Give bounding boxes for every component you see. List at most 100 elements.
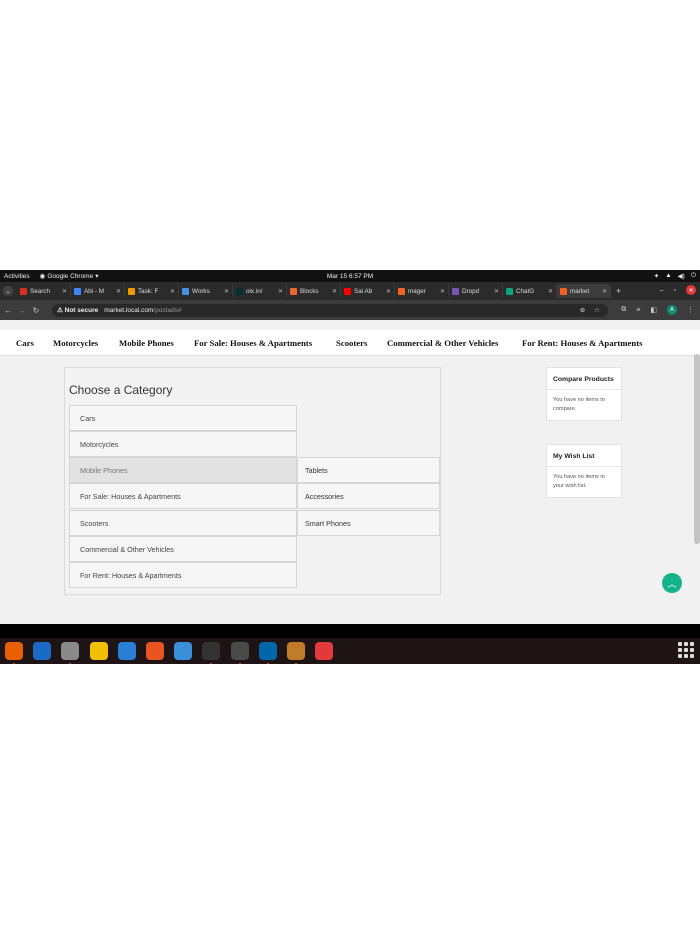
- tab-title: olx.in/: [246, 287, 263, 295]
- browser-tab[interactable]: Abi - M ✕: [71, 284, 125, 298]
- wish-list-empty: You have no items in your wish list.: [553, 474, 605, 489]
- chatgpt-icon: [506, 287, 513, 295]
- subcategory-accessories[interactable]: Accessories: [297, 483, 440, 509]
- tab-close-icon[interactable]: ✕: [62, 288, 67, 295]
- tab-close-icon[interactable]: ✕: [170, 288, 175, 295]
- browser-tab[interactable]: Blocks ✕: [287, 284, 341, 298]
- tab-search-button[interactable]: ⌄: [3, 286, 13, 296]
- page-scrollbar[interactable]: [694, 354, 700, 544]
- browser-tab[interactable]: olx.in/ ✕: [233, 284, 287, 298]
- maximize-icon[interactable]: ▫: [674, 287, 676, 294]
- browser-tab[interactable]: Dropd ✕: [449, 284, 503, 298]
- tab-close-icon[interactable]: ✕: [548, 288, 553, 295]
- forward-icon[interactable]: →: [16, 306, 28, 315]
- tab-close-icon[interactable]: ✕: [440, 288, 445, 295]
- browser-tab[interactable]: Sai Ab ✕: [341, 284, 395, 298]
- chevron-down-icon: ▾: [95, 273, 99, 280]
- category-for-rent-houses[interactable]: For Rent: Houses & Apartments: [69, 562, 297, 588]
- compare-products-empty: You have no items to compare.: [553, 397, 606, 412]
- bookmark-star-icon[interactable]: ☆: [594, 306, 600, 314]
- activities-button[interactable]: Activities: [4, 273, 30, 280]
- translate-icon[interactable]: ⊕: [580, 306, 585, 314]
- category-motorcycles[interactable]: Motorcycles: [69, 431, 297, 457]
- close-icon[interactable]: ✕: [686, 285, 696, 295]
- files-icon[interactable]: [61, 642, 80, 660]
- tab-close-icon[interactable]: ✕: [116, 288, 121, 295]
- nav-commercial-vehicles[interactable]: Commercial & Other Vehicles: [387, 338, 498, 348]
- category-scooters[interactable]: Scooters: [69, 510, 297, 536]
- browser-tab[interactable]: mager ✕: [395, 284, 449, 298]
- writer-icon[interactable]: [117, 642, 136, 660]
- chrome-small-icon: ◉: [39, 273, 46, 280]
- tab-close-icon[interactable]: ✕: [494, 288, 499, 295]
- nav-mobile-phones[interactable]: Mobile Phones: [119, 338, 174, 348]
- subcategory-tablets[interactable]: Tablets: [297, 457, 440, 483]
- tab-close-icon[interactable]: ✕: [602, 288, 607, 295]
- tab-title: Works: [192, 287, 210, 295]
- browser-tab[interactable]: ChatG ✕: [503, 284, 557, 298]
- show-applications-icon[interactable]: [678, 642, 694, 658]
- nav-for-rent-houses[interactable]: For Rent: Houses & Apartments: [522, 338, 643, 348]
- sublime-icon[interactable]: [287, 642, 305, 660]
- tab-title: Blocks: [300, 287, 319, 295]
- media-icon[interactable]: ≡: [636, 307, 640, 314]
- help-icon[interactable]: [174, 642, 193, 660]
- wish-list-block: My Wish List You have no items in your w…: [546, 444, 622, 498]
- running-indicator: [238, 663, 241, 664]
- toolbar-actions: ⧉ ≡ ◧ A ⋮: [621, 305, 694, 315]
- subcategory-smart-phones[interactable]: Smart Phones: [297, 510, 440, 536]
- anydesk-icon[interactable]: [315, 642, 334, 660]
- vscode-icon[interactable]: [258, 642, 277, 660]
- rhythmbox-icon[interactable]: [89, 642, 108, 660]
- tab-close-icon[interactable]: ✕: [278, 288, 283, 295]
- task-icon: [128, 287, 135, 295]
- nav-motorcycles[interactable]: Motorcycles: [53, 338, 98, 348]
- gmail-icon: [20, 287, 27, 295]
- side-panel-icon[interactable]: ◧: [650, 306, 657, 314]
- reload-icon[interactable]: ↻: [30, 306, 42, 315]
- tab-close-icon[interactable]: ✕: [332, 288, 337, 295]
- system-top-bar: Activities ◉ Google Chrome ▾ Mar 15 6:57…: [0, 270, 700, 282]
- power-icon: ⏻: [690, 272, 696, 279]
- tab-title: Task: F: [138, 287, 159, 295]
- magento-icon: [560, 287, 567, 295]
- minimize-icon[interactable]: –: [660, 287, 664, 294]
- category-commercial-vehicles[interactable]: Commercial & Other Vehicles: [69, 536, 297, 562]
- address-bar[interactable]: ⚠ Not secure market.local.com/postads# ⊕…: [52, 303, 608, 317]
- tab-title: Sai Ab: [354, 287, 373, 295]
- new-tab-button[interactable]: +: [616, 286, 621, 296]
- category-cars[interactable]: Cars: [69, 405, 297, 431]
- security-indicator[interactable]: ⚠ Not secure: [57, 306, 98, 314]
- browser-tab[interactable]: Works ✕: [179, 284, 233, 298]
- terminal-icon[interactable]: [202, 642, 221, 660]
- category-mobile-phones[interactable]: Mobile Phones: [69, 457, 297, 483]
- wish-list-title: My Wish List: [547, 445, 621, 468]
- compare-products-title: Compare Products: [547, 368, 621, 391]
- browser-tab[interactable]: market ✕: [557, 284, 611, 298]
- app-menu[interactable]: ◉ Google Chrome ▾: [39, 272, 99, 281]
- scroll-to-top-button[interactable]: ︿: [662, 573, 682, 593]
- browser-tab[interactable]: Search ✕: [17, 284, 71, 298]
- extensions-icon[interactable]: ⧉: [621, 306, 626, 314]
- tab-close-icon[interactable]: ✕: [386, 288, 391, 295]
- category-for-sale-houses[interactable]: For Sale: Houses & Apartments: [69, 483, 297, 509]
- thunderbird-icon[interactable]: [33, 642, 52, 660]
- system-tray[interactable]: ✦ ▲ ◀) ⏻: [654, 272, 696, 280]
- chrome-icon[interactable]: [230, 642, 249, 660]
- clock[interactable]: Mar 15 6:57 PM: [327, 273, 373, 280]
- software-icon[interactable]: [146, 642, 164, 660]
- tab-title: Dropd: [462, 287, 480, 295]
- menu-kebab-icon[interactable]: ⋮: [687, 306, 694, 314]
- tab-close-icon[interactable]: ✕: [224, 288, 229, 295]
- nav-for-sale-houses[interactable]: For Sale: Houses & Apartments: [194, 338, 312, 348]
- firefox-icon[interactable]: [5, 642, 23, 660]
- profile-avatar[interactable]: A: [667, 305, 677, 315]
- browser-tab[interactable]: Task: F ✕: [125, 284, 179, 298]
- url-host: market.local.com: [104, 306, 154, 314]
- running-indicator: [13, 663, 15, 664]
- nav-cars[interactable]: Cars: [16, 338, 34, 348]
- compare-products-block: Compare Products You have no items to co…: [546, 367, 622, 421]
- back-icon[interactable]: ←: [2, 306, 14, 315]
- tabs-container: Search ✕ Abi - M ✕ Task: F ✕ Works ✕ olx.in/✕ Blo…: [17, 284, 611, 298]
- nav-scooters[interactable]: Scooters: [336, 338, 367, 348]
